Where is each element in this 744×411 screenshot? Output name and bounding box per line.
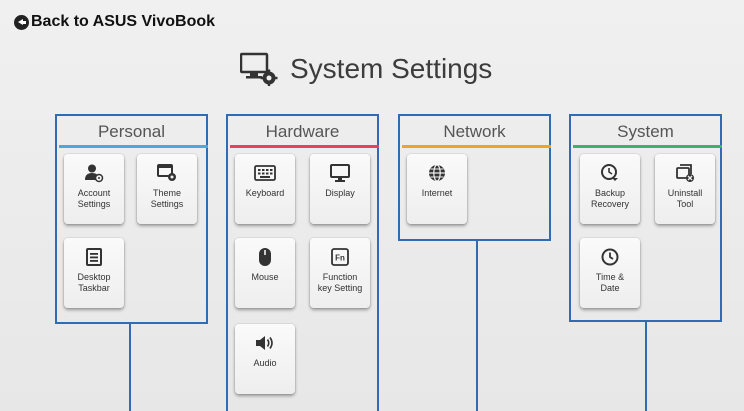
category-network: Network Internet [398,114,551,241]
tile-label: Theme Settings [150,188,184,209]
category-personal-label: Personal [97,122,166,141]
category-hardware-label: Hardware [265,122,340,141]
tile-uninstall-tool[interactable]: Uninstall Tool [655,154,715,224]
category-system-accent [573,145,722,148]
tile-internet[interactable]: Internet [407,154,467,224]
tile-keyboard[interactable]: Keyboard [235,154,295,224]
tile-label: Backup Recovery [590,188,629,209]
tile-label: Account Settings [77,188,111,209]
tile-label: Display [325,188,355,198]
tile-label: Keyboard [245,188,285,198]
tile-label: Audio [253,358,277,368]
back-label: Back to ASUS VivoBook [31,13,216,30]
tile-audio[interactable]: Audio [235,324,295,394]
category-system-label: System [617,122,674,141]
tile-display[interactable]: Display [310,154,370,224]
category-hardware: Hardware Keyboard Display Mouse Fn Funct… [226,114,379,411]
tile-time-date[interactable]: Time & Date [580,238,640,308]
clock-icon [599,246,621,268]
audio-icon [254,332,276,354]
uninstall-icon [674,162,696,184]
tile-label: Time & Date [595,272,625,293]
tile-label: Uninstall Tool [667,188,703,209]
svg-text:Fn: Fn [335,254,345,263]
internet-icon [426,162,448,184]
back-link[interactable]: Back to ASUS VivoBook [14,13,215,31]
tile-desktop-taskbar[interactable]: Desktop Taskbar [64,238,124,308]
page-title: System Settings [239,52,493,86]
tile-label: Internet [421,188,453,198]
category-hardware-accent [230,145,379,148]
keyboard-icon [254,162,276,184]
connector-personal [129,324,131,411]
tile-account-settings[interactable]: Account Settings [64,154,124,224]
tile-function-key-setting[interactable]: Fn Function key Setting [310,238,370,308]
theme-icon [156,162,178,184]
page-title-text: System Settings [290,53,493,84]
account-icon [83,162,105,184]
connector-system [645,322,647,411]
tile-label: Mouse [251,272,279,282]
category-system: System Backup Recovery Uninstall Tool Ti… [569,114,722,322]
tile-mouse[interactable]: Mouse [235,238,295,308]
tile-theme-settings[interactable]: Theme Settings [137,154,197,224]
category-personal-accent [59,145,208,148]
mouse-icon [254,246,276,268]
system-settings-icon [239,52,278,86]
tile-label: Function key Setting [317,272,363,293]
category-network-accent [402,145,551,148]
back-arrow-icon [14,14,29,30]
tile-label: Desktop Taskbar [77,272,111,293]
category-personal: Personal Account Settings Theme Settings… [55,114,208,324]
tile-backup-recovery[interactable]: Backup Recovery [580,154,640,224]
category-network-label: Network [443,122,506,141]
connector-network [476,241,478,411]
taskbar-icon [83,246,105,268]
settings-screen: Back to ASUS VivoBook System Settings Pe… [0,0,744,411]
function-key-icon: Fn [329,246,351,268]
backup-icon [599,162,621,184]
display-icon [329,162,351,184]
